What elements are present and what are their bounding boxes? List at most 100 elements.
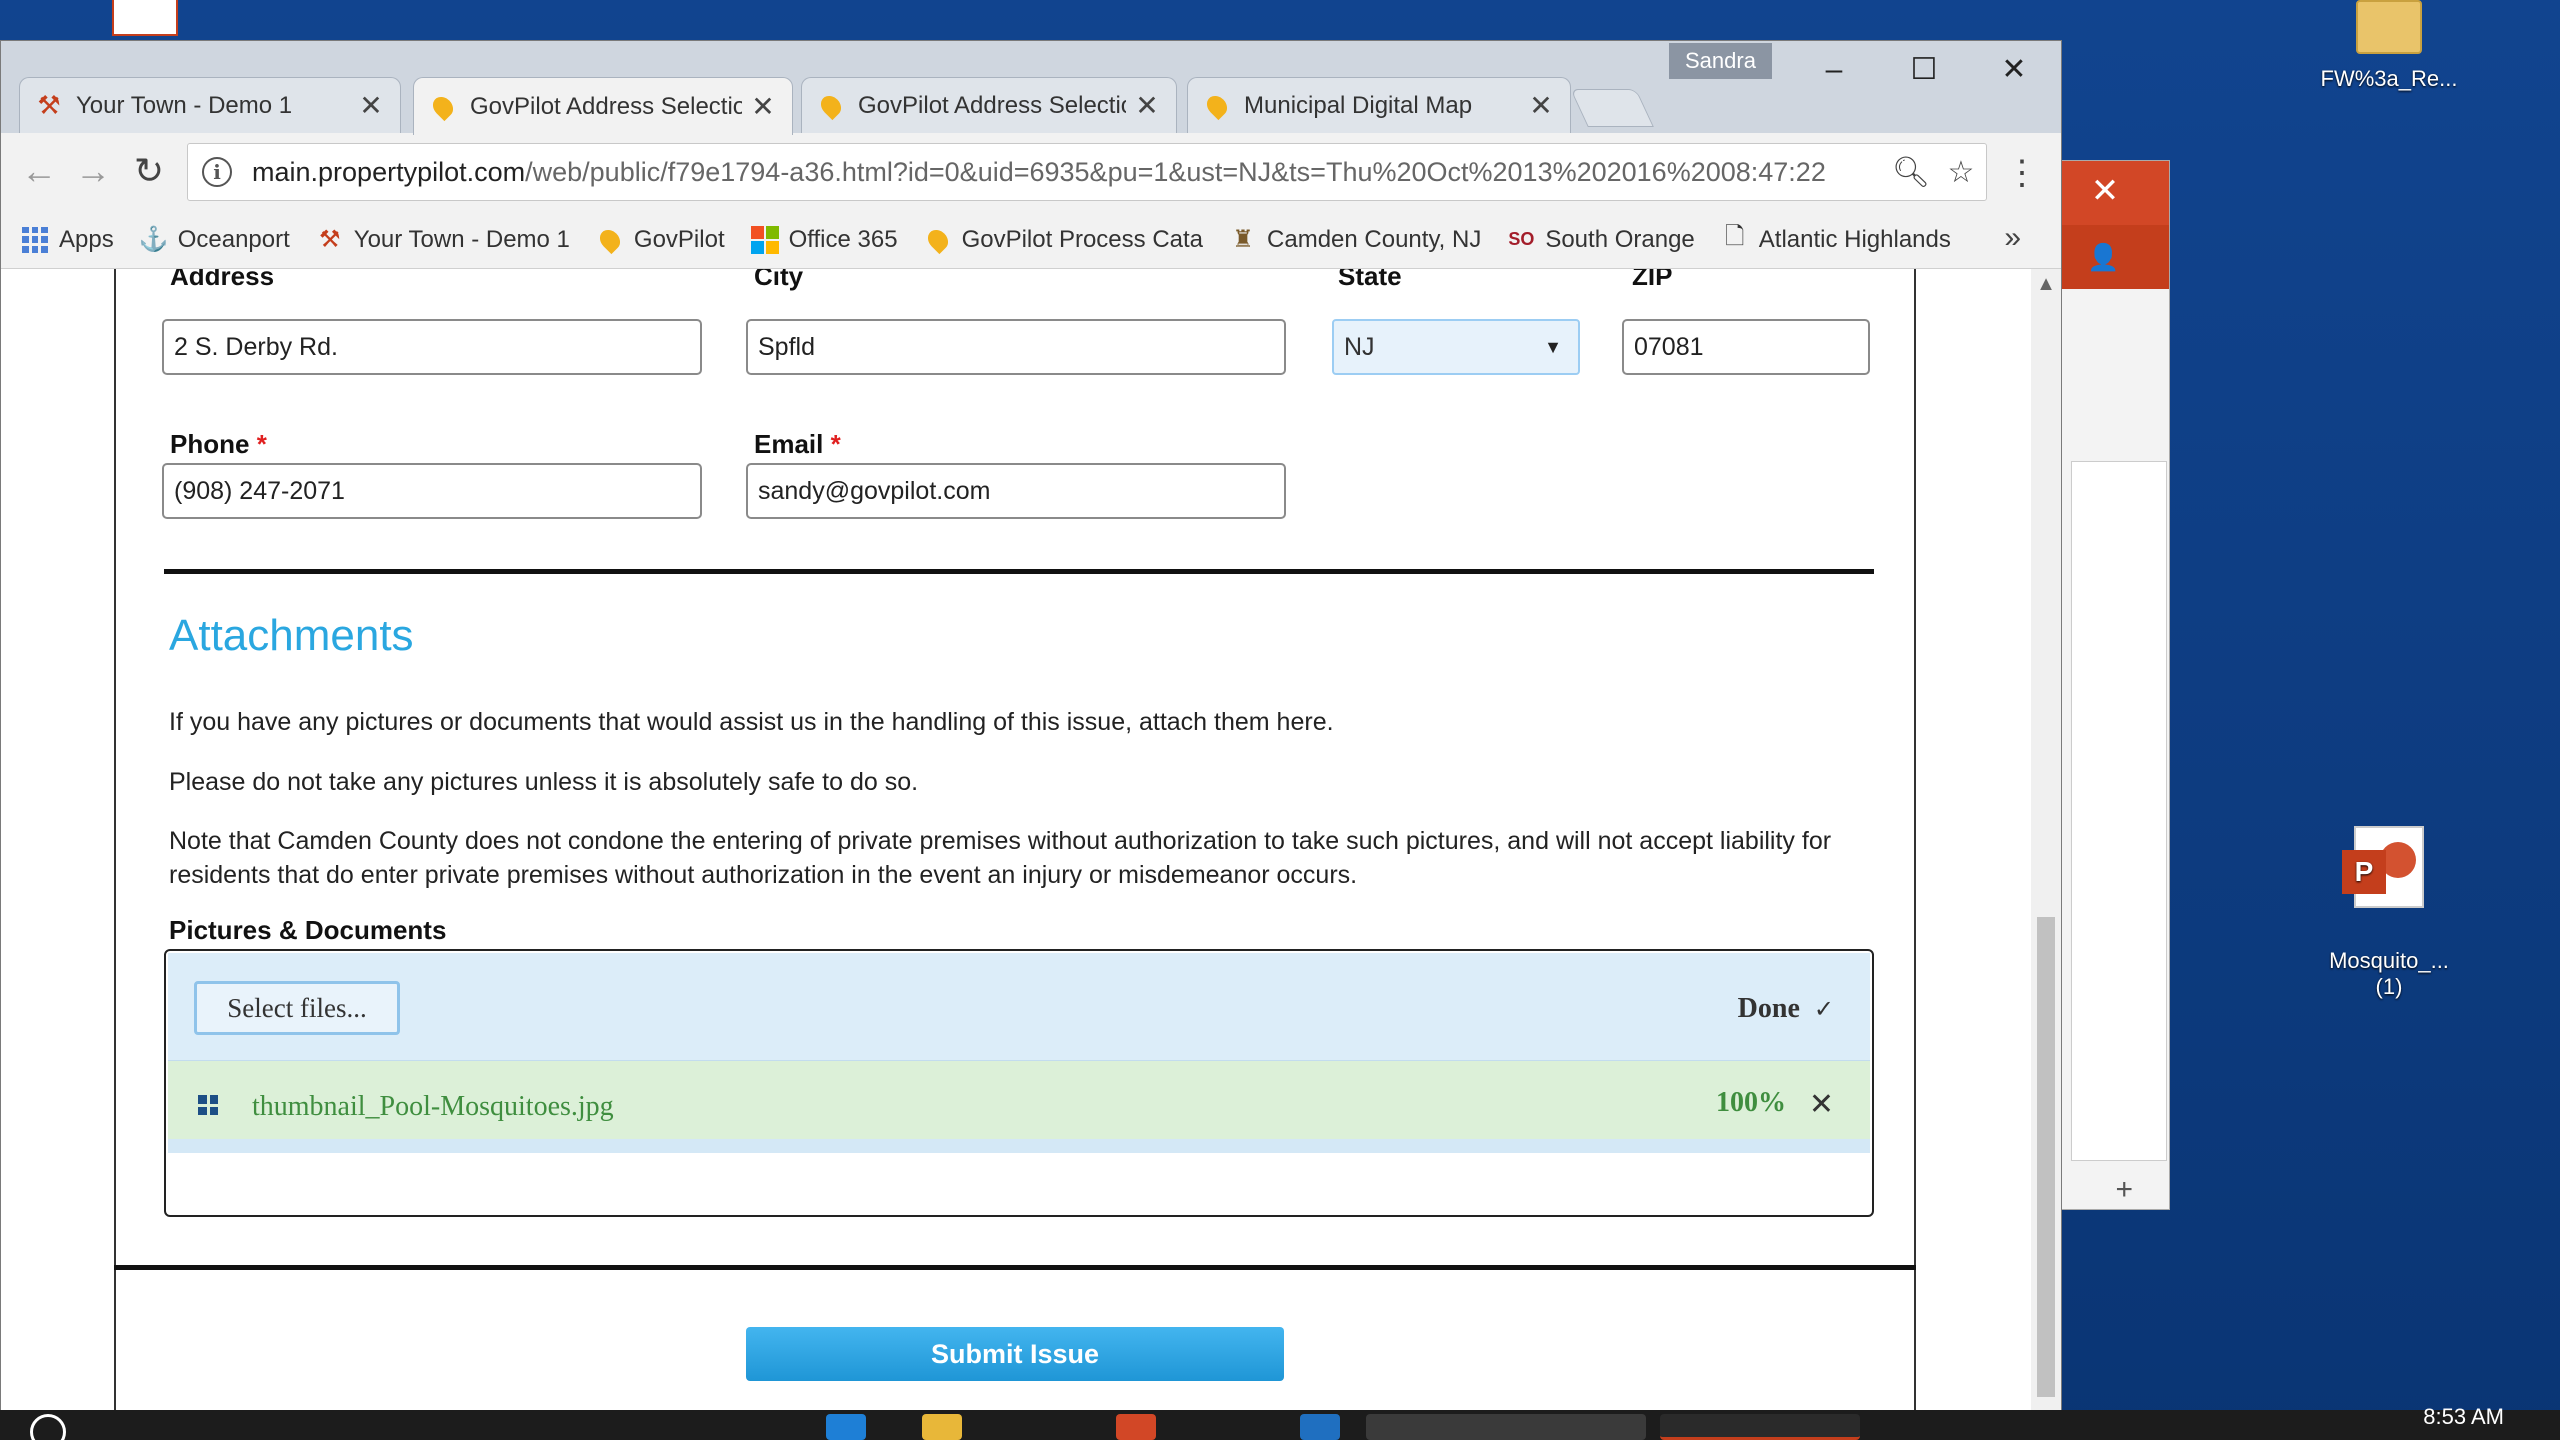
remove-file-icon[interactable]: ✕ <box>1809 1087 1834 1122</box>
slide-pane <box>2071 461 2167 1161</box>
taskbar-clock[interactable]: 8:53 AM <box>2423 1404 2504 1430</box>
zip-field[interactable]: 07081 <box>1622 319 1870 375</box>
bookmark-apps[interactable]: Apps <box>21 226 114 254</box>
taskbar-chrome-window[interactable] <box>1366 1414 1646 1440</box>
close-tab-icon[interactable]: ✕ <box>750 90 776 123</box>
zip-label: ZIP <box>1632 269 1673 291</box>
tab-municipal-map[interactable]: Municipal Digital Map ✕ <box>1187 77 1571 133</box>
bookmark-govpilot[interactable]: GovPilot <box>595 225 725 254</box>
state-value: NJ <box>1344 333 1375 361</box>
url-path: /web/public/f79e1794-a36.html?id=0&uid=6… <box>525 156 1826 187</box>
address-label: Address <box>170 269 275 291</box>
govpilot-pin-icon <box>428 92 458 121</box>
bookmark-label: Oceanport <box>177 225 290 253</box>
apps-grid-icon <box>21 226 49 254</box>
powerpoint-file-icon: P <box>2342 826 2424 908</box>
page-icon: 🗋 <box>1725 223 1745 250</box>
tab-govpilot-address-2[interactable]: GovPilot Address Selectio ✕ <box>801 77 1177 133</box>
bookmark-south-orange[interactable]: SO South Orange <box>1507 226 1694 254</box>
oceanport-icon: ⚓ <box>138 226 169 253</box>
bookmark-label: GovPilot Process Cata <box>961 225 1204 253</box>
desktop-icon-powerpoint[interactable]: P Mosquito_... (1) <box>2304 800 2474 1000</box>
file-explorer-icon[interactable] <box>922 1414 962 1440</box>
star-icon[interactable]: ☆ <box>1936 155 1986 190</box>
bookmark-label: South Orange <box>1545 225 1695 253</box>
pictures-documents-label: Pictures & Documents <box>169 915 447 945</box>
phone-label-text: Phone <box>170 429 250 459</box>
info-icon[interactable]: i <box>202 157 232 187</box>
tab-govpilot-address-1[interactable]: GovPilot Address Selectio ✕ <box>413 77 793 135</box>
scrollbar-thumb[interactable] <box>2037 917 2055 1397</box>
attachments-liability-note: Note that Camden County does not condone… <box>169 827 1832 889</box>
chrome-icon[interactable] <box>1116 1414 1156 1440</box>
page-scrollbar[interactable]: ▲ <box>2031 269 2061 1411</box>
image-file-icon <box>198 1095 218 1115</box>
scroll-up-icon[interactable]: ▲ <box>2031 273 2061 296</box>
maximize-button[interactable]: ☐ <box>1883 45 1965 95</box>
form-footer-divider <box>114 1265 1916 1270</box>
new-tab-button[interactable] <box>1570 89 1654 127</box>
phone-field[interactable]: (908) 247-2071 <box>162 463 702 519</box>
back-icon[interactable]: ← <box>11 143 67 199</box>
upload-status: Done ✓ <box>1738 993 1834 1025</box>
state-label: State <box>1338 269 1402 291</box>
file-name: thumbnail_Pool-Mosquitoes.jpg <box>252 1091 614 1122</box>
minimize-button[interactable]: – <box>1793 45 1875 95</box>
tab-your-town[interactable]: ⚒ Your Town - Demo 1 ✕ <box>19 77 401 133</box>
bookmark-label: Your Town - Demo 1 <box>353 225 570 253</box>
url-host: main.propertypilot.com <box>252 156 526 187</box>
add-slide-icon[interactable]: + <box>2115 1173 2133 1207</box>
pdf-app-icon[interactable] <box>112 0 178 36</box>
govpilot-pin-icon <box>923 225 952 254</box>
bookmark-oceanport[interactable]: ⚓ Oceanport <box>138 225 290 254</box>
south-orange-icon: SO <box>1508 229 1535 249</box>
reload-icon[interactable]: ↻ <box>121 143 177 199</box>
bookmark-label: GovPilot <box>633 225 725 253</box>
address-bar[interactable]: i main.propertypilot.com/web/public/f79e… <box>187 143 1987 201</box>
desktop-icon-folder[interactable]: FW%3a_Re... <box>2304 0 2474 92</box>
submit-issue-button[interactable]: Submit Issue <box>746 1327 1284 1381</box>
bookmarks-bar: Apps ⚓ Oceanport ⚒ Your Town - Demo 1 GovP… <box>1 211 2061 269</box>
bookmark-atlantic-highlands[interactable]: 🗋 Atlantic Highlands <box>1721 223 1951 254</box>
profile-button[interactable]: Sandra <box>1669 43 1772 79</box>
folder-icon <box>2356 0 2422 54</box>
page-viewport: Address 2 S. Derby Rd. City Spfld State … <box>1 269 2061 1411</box>
tab-title: Municipal Digital Map <box>1244 91 1473 119</box>
dropdown-arrow-icon: ▼ <box>1544 337 1562 357</box>
uploaded-file-row: thumbnail_Pool-Mosquitoes.jpg 100% ✕ <box>168 1061 1870 1153</box>
address-field[interactable]: 2 S. Derby Rd. <box>162 319 702 375</box>
title-bar: Sandra – ☐ ✕ ⚒ Your Town - Demo 1 ✕ GovP… <box>1 41 2061 135</box>
bookmark-office365[interactable]: Office 365 <box>750 225 898 254</box>
tab-title: GovPilot Address Selectio <box>470 92 742 120</box>
close-tab-icon[interactable]: ✕ <box>1528 89 1554 122</box>
city-label: City <box>754 269 804 291</box>
town-icon: ⚒ <box>37 90 61 120</box>
taskbar-powerpoint-window[interactable] <box>1660 1414 1860 1440</box>
select-files-button[interactable]: Select files... <box>194 981 400 1035</box>
close-button[interactable]: ✕ <box>1973 45 2055 95</box>
search-icon[interactable] <box>30 1414 66 1440</box>
office-icon <box>750 225 779 254</box>
forward-icon[interactable]: → <box>65 143 121 199</box>
outlook-icon[interactable] <box>1300 1414 1340 1440</box>
govpilot-pin-icon <box>816 91 846 120</box>
state-select[interactable]: NJ ▼ <box>1332 319 1580 375</box>
govpilot-pin-icon <box>1202 91 1232 120</box>
edge-icon[interactable] <box>826 1414 866 1440</box>
close-tab-icon[interactable]: ✕ <box>1134 89 1160 122</box>
url-text[interactable]: main.propertypilot.com/web/public/f79e17… <box>252 157 1886 188</box>
tab-title: GovPilot Address Selectio <box>858 91 1126 119</box>
camden-icon: ♜ <box>1232 226 1254 253</box>
menu-icon[interactable]: ⋮ <box>2005 153 2039 193</box>
email-field[interactable]: sandy@govpilot.com <box>746 463 1286 519</box>
attachments-safety-note: Please do not take any pictures unless i… <box>169 768 919 796</box>
bookmark-your-town[interactable]: ⚒ Your Town - Demo 1 <box>316 226 570 254</box>
close-tab-icon[interactable]: ✕ <box>358 89 384 122</box>
bookmark-govpilot-process[interactable]: GovPilot Process Cata <box>923 225 1204 254</box>
city-field[interactable]: Spfld <box>746 319 1286 375</box>
zoom-icon[interactable]: 🔍︎ <box>1886 155 1936 190</box>
bookmarks-more-icon[interactable]: » <box>2004 221 2021 255</box>
desktop-icon-label: FW%3a_Re... <box>2320 66 2458 91</box>
bookmark-camden[interactable]: ♜ Camden County, NJ <box>1229 226 1481 254</box>
file-upload-widget: Select files... Done ✓ thumbnail_Pool-Mos… <box>164 949 1874 1217</box>
